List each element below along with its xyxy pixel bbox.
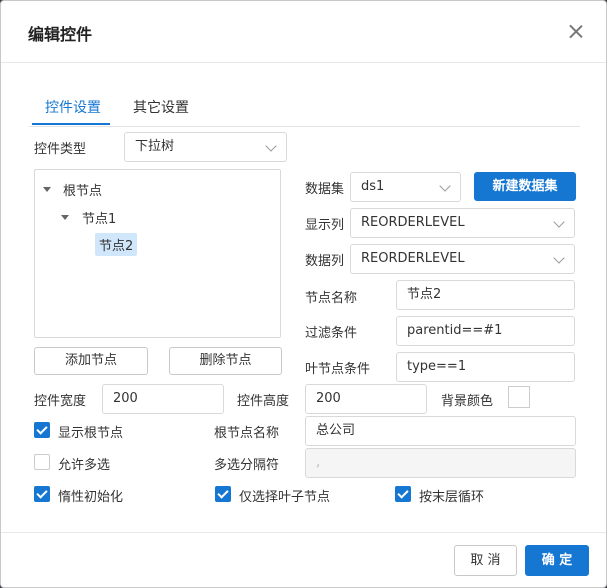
show-root-checkbox[interactable]: [34, 422, 50, 438]
separator-label: 多选分隔符: [214, 458, 280, 473]
tree-node-1[interactable]: 节点1: [82, 208, 116, 227]
cancel-button[interactable]: 取 消: [454, 545, 517, 576]
lazy-init-checkbox[interactable]: [34, 486, 50, 502]
chevron-down-icon: [265, 140, 277, 152]
filter-label: 过滤条件: [305, 326, 358, 341]
leaf-condition-input[interactable]: type==1: [396, 352, 575, 382]
chevron-down-icon: [553, 216, 565, 228]
height-label: 控件高度: [237, 394, 290, 409]
control-type-label: 控件类型: [34, 142, 87, 157]
caret-down-icon[interactable]: [61, 215, 69, 220]
data-column-value: REORDERLEVEL: [361, 251, 465, 266]
data-column-select[interactable]: REORDERLEVEL: [350, 244, 575, 274]
last-level-loop-label: 按末层循环: [419, 490, 485, 505]
node-tree: 根节点 节点1 节点2: [34, 169, 281, 338]
filter-input[interactable]: parentid==#1: [396, 316, 575, 346]
node-name-input[interactable]: 节点2: [396, 280, 575, 310]
tree-node-2[interactable]: 节点2: [95, 233, 138, 256]
last-level-loop-checkbox[interactable]: [395, 486, 411, 502]
root-name-input[interactable]: 总公司: [305, 416, 576, 446]
leaf-only-label: 仅选择叶子节点: [239, 490, 331, 505]
display-column-label: 显示列: [305, 218, 345, 233]
show-root-label: 显示根节点: [58, 426, 124, 441]
add-node-button[interactable]: 添加节点: [34, 347, 148, 375]
node-name-label: 节点名称: [305, 291, 358, 306]
delete-node-button[interactable]: 删除节点: [169, 347, 282, 375]
edit-control-dialog: 编辑控件 控件设置 其它设置 控件类型 下拉树 根节点 节点1 节点2 添加节点…: [0, 0, 607, 588]
tab-bar: 控件设置 其它设置: [29, 89, 580, 127]
lazy-init-label: 惰性初始化: [58, 490, 124, 505]
leaf-condition-label: 叶节点条件: [305, 362, 371, 377]
control-type-select[interactable]: 下拉树: [124, 132, 287, 162]
ok-button[interactable]: 确 定: [525, 545, 589, 576]
dialog-header: 编辑控件: [1, 1, 606, 63]
dataset-select[interactable]: ds1: [350, 172, 461, 202]
control-type-value: 下拉树: [135, 139, 175, 154]
new-dataset-button[interactable]: 新建数据集: [474, 172, 576, 201]
width-input[interactable]: 200: [102, 384, 224, 414]
active-tab-indicator: [32, 123, 110, 125]
tree-node-root[interactable]: 根节点: [63, 180, 102, 199]
close-icon[interactable]: [567, 23, 585, 41]
leaf-only-checkbox[interactable]: [215, 486, 231, 502]
background-color-label: 背景颜色: [441, 394, 494, 409]
dataset-value: ds1: [361, 179, 385, 194]
caret-down-icon[interactable]: [43, 187, 51, 192]
allow-multi-checkbox[interactable]: [34, 454, 50, 470]
width-label: 控件宽度: [34, 394, 87, 409]
display-column-value: REORDERLEVEL: [361, 215, 465, 230]
data-column-label: 数据列: [305, 254, 345, 269]
chevron-down-icon: [553, 252, 565, 264]
root-name-label: 根节点名称: [214, 426, 280, 441]
allow-multi-label: 允许多选: [58, 458, 111, 473]
tab-other-settings[interactable]: 其它设置: [133, 97, 189, 117]
footer-divider: [1, 532, 606, 533]
tab-control-settings[interactable]: 控件设置: [45, 97, 101, 117]
dialog-title: 编辑控件: [28, 25, 93, 44]
chevron-down-icon: [439, 180, 451, 192]
height-input[interactable]: 200: [305, 384, 427, 414]
display-column-select[interactable]: REORDERLEVEL: [350, 208, 575, 238]
dataset-label: 数据集: [305, 182, 345, 197]
separator-input[interactable]: ,: [305, 448, 576, 478]
background-color-swatch[interactable]: [508, 386, 530, 408]
